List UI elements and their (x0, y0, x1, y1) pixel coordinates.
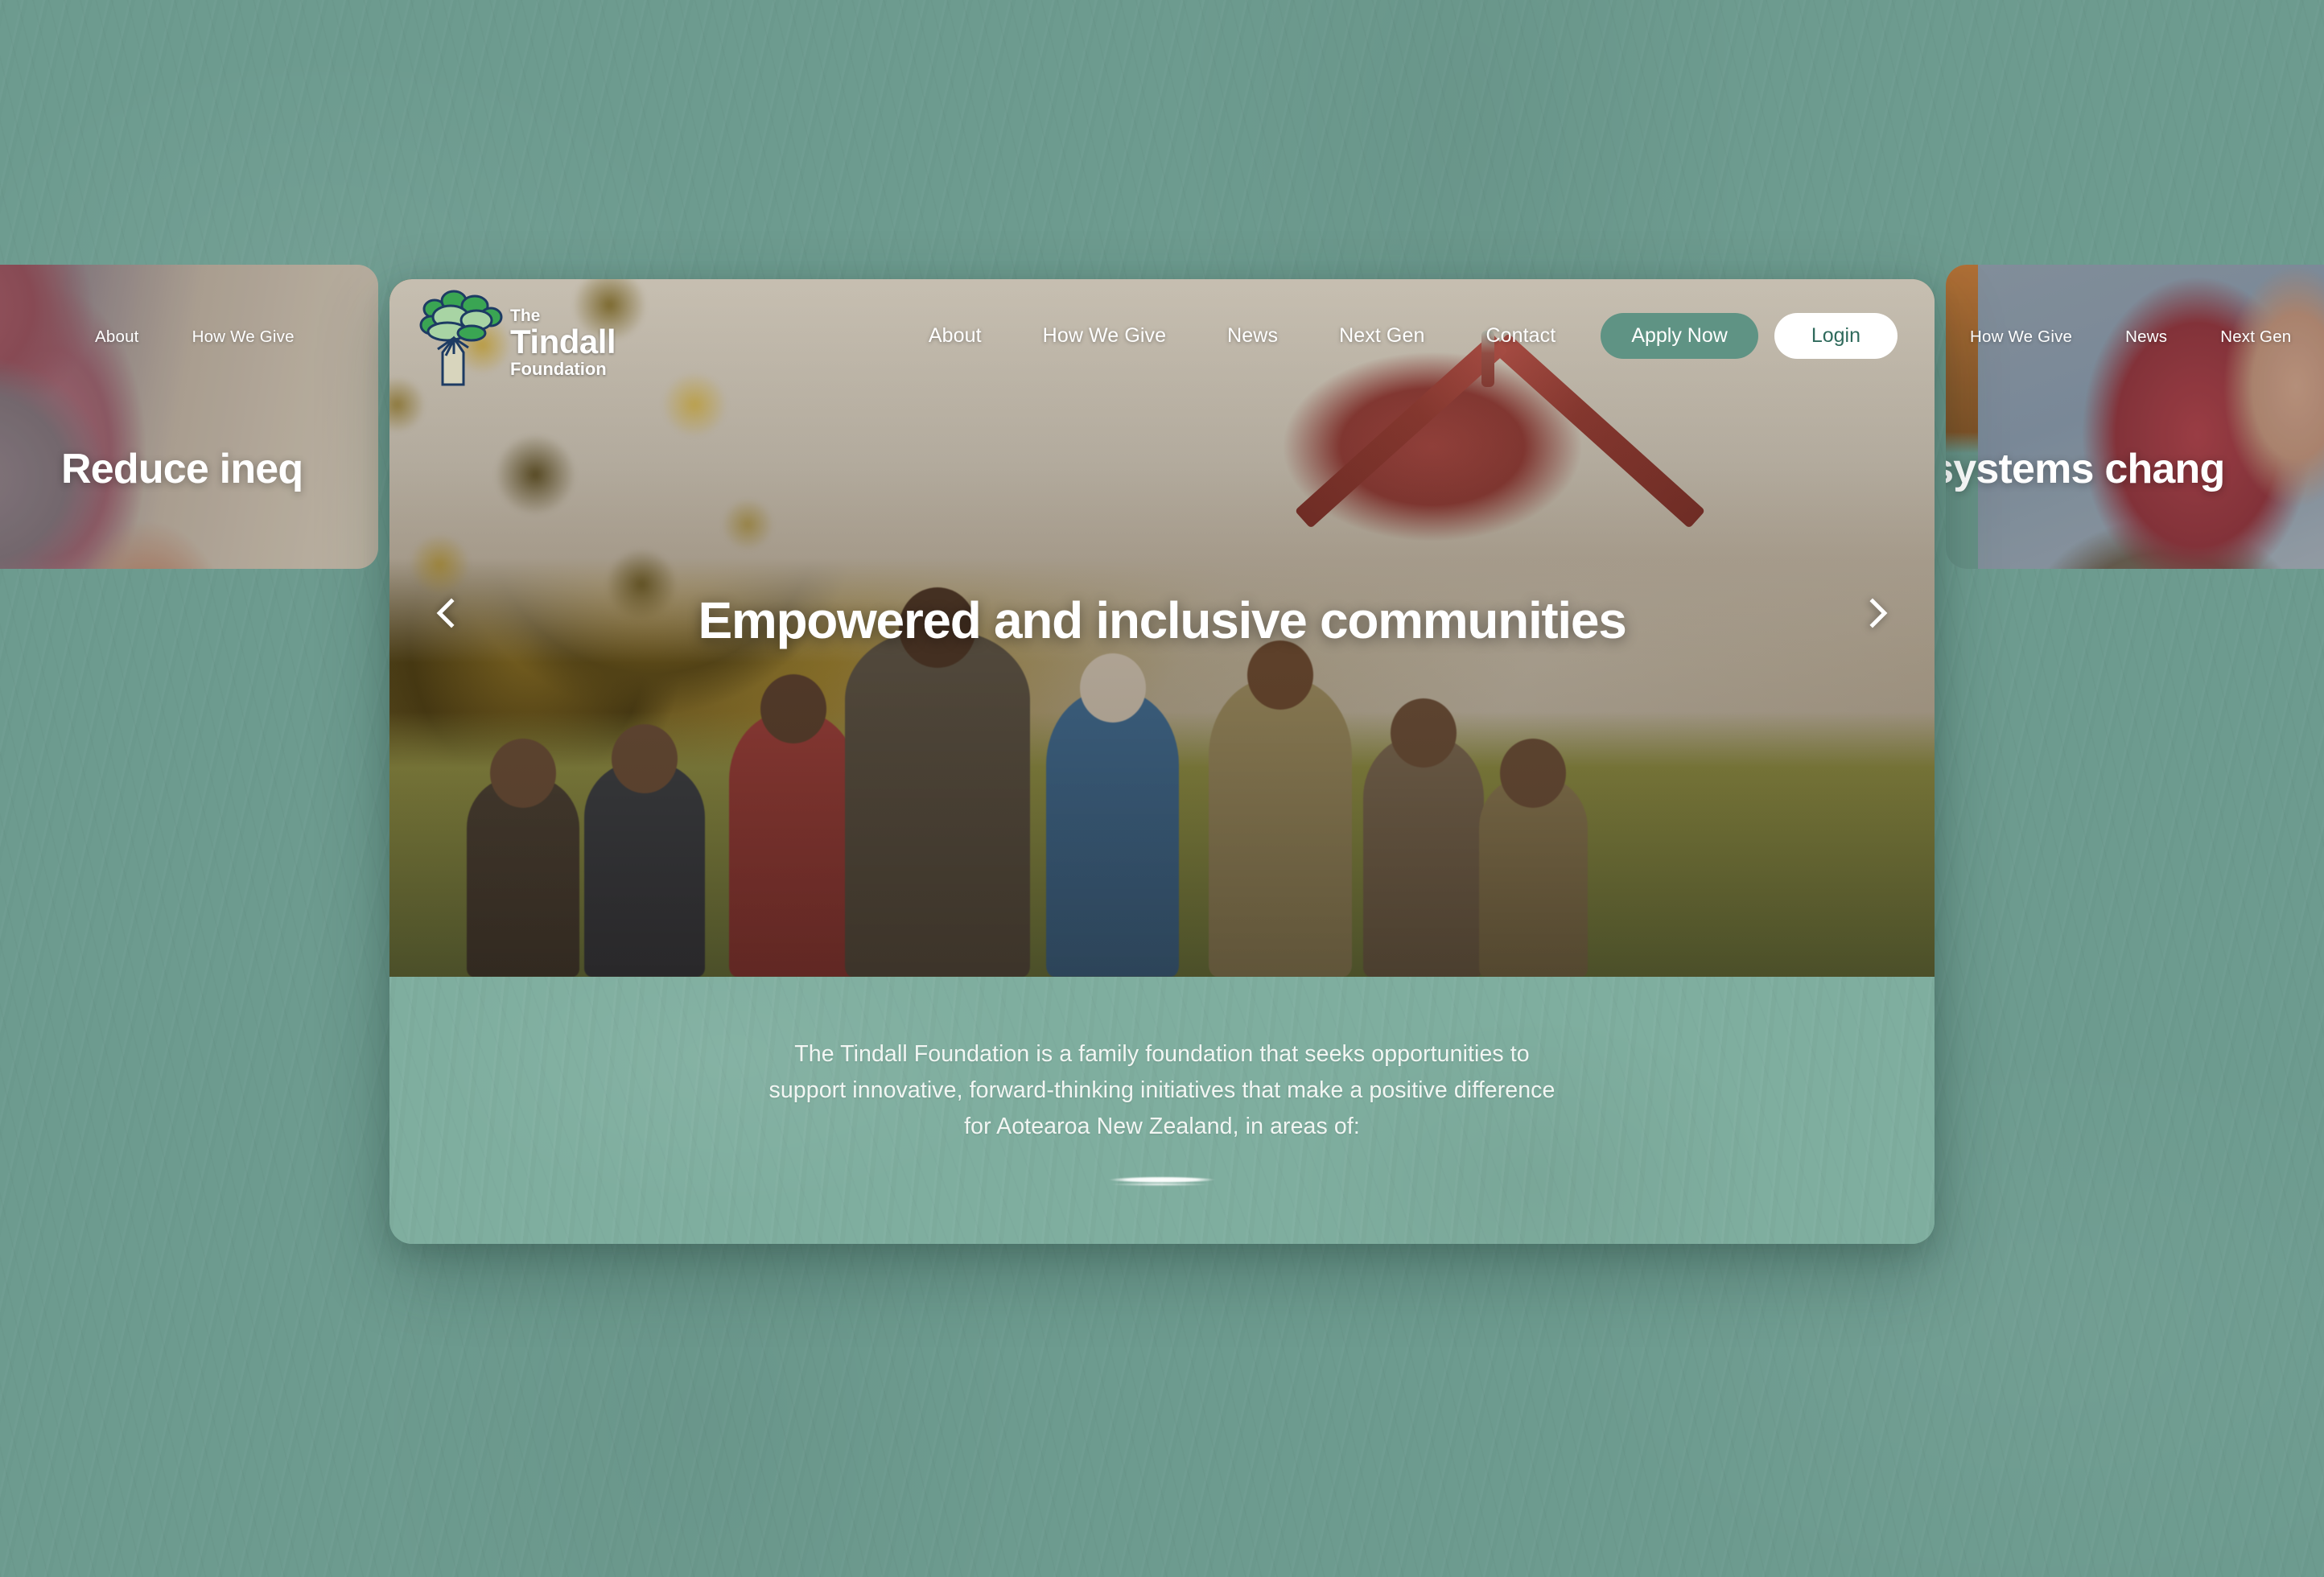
nav-item-contact[interactable]: Contact (1455, 324, 1586, 348)
sidecard-nav-news[interactable]: News (2125, 327, 2167, 347)
nav-item-news[interactable]: News (1197, 324, 1308, 348)
slide-previous-nav: About How We Give (0, 327, 378, 347)
slide-previous-overlay (0, 265, 378, 569)
slide-card-next[interactable]: How We Give News Next Gen to systems cha… (1946, 265, 2324, 569)
main-navigation: About How We Give News Next Gen Contact … (898, 312, 1898, 359)
slide-previous-title: Reduce ineq (61, 446, 303, 492)
slide-next-overlay (1946, 265, 2324, 569)
intro-panel: The Tindall Foundation is a family found… (389, 977, 1935, 1244)
apply-now-button[interactable]: Apply Now (1601, 312, 1758, 359)
nav-item-about[interactable]: About (898, 324, 1012, 348)
logo-line-the: The (510, 307, 541, 325)
sidecard-nav-about[interactable]: About (95, 327, 139, 347)
main-slide-card: The Tindall Foundation About How We Give… (389, 279, 1935, 1244)
brush-stroke-divider (1094, 1172, 1230, 1191)
logo-line-tindall: Tindall (510, 323, 616, 360)
tree-logo-icon[interactable] (418, 290, 505, 386)
sidecard-nav-how-we-give[interactable]: How We Give (192, 327, 295, 347)
chevron-right-icon[interactable] (1846, 583, 1906, 643)
logo-line-foundation: Foundation (510, 359, 607, 379)
site-header: The Tindall Foundation About How We Give… (389, 279, 1935, 392)
intro-paragraph: The Tindall Foundation is a family found… (768, 1041, 1556, 1140)
sidecard-nav-next-gen[interactable]: Next Gen (2220, 327, 2291, 347)
chevron-left-icon[interactable] (418, 583, 478, 643)
hero-headline: Empowered and inclusive communities (698, 591, 1626, 649)
hero-section: The Tindall Foundation About How We Give… (389, 279, 1935, 977)
slide-card-previous[interactable]: About How We Give Reduce ineq (0, 265, 378, 569)
slide-next-title: to systems chang (1946, 446, 2225, 492)
login-button[interactable]: Login (1774, 312, 1898, 359)
nav-item-how-we-give[interactable]: How We Give (1012, 324, 1197, 348)
nav-item-next-gen[interactable]: Next Gen (1308, 324, 1455, 348)
logo-wordmark[interactable]: The Tindall Foundation (505, 293, 616, 378)
sidecard-nav-how-we-give[interactable]: How We Give (1970, 327, 2072, 347)
slide-next-nav: How We Give News Next Gen (1946, 327, 2324, 347)
